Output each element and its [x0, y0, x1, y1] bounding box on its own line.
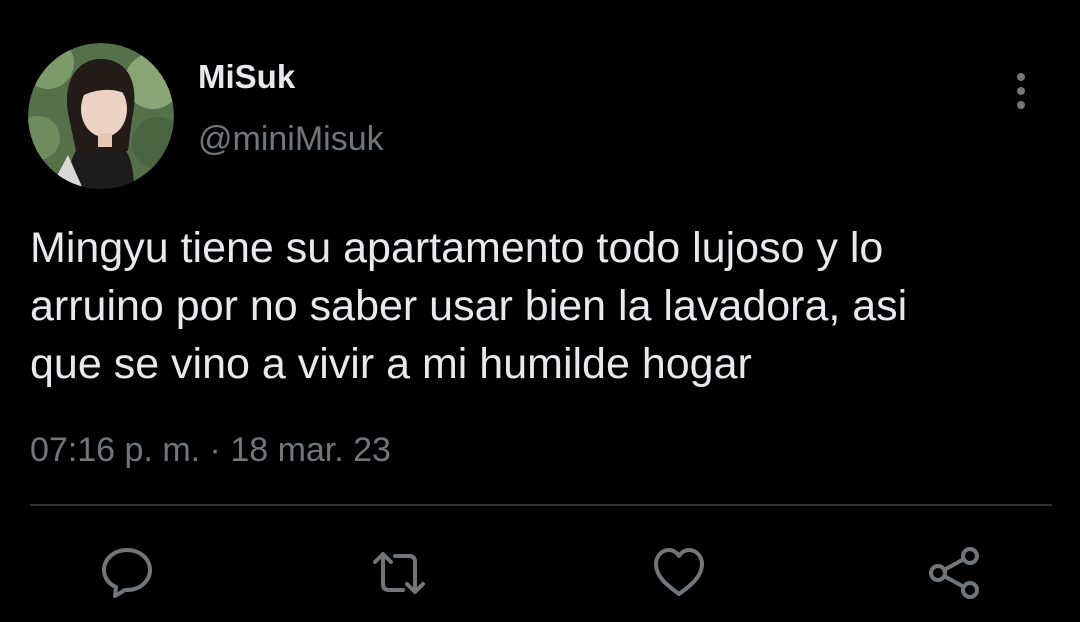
tweet-text: Mingyu tiene su apartamento todo lujoso …	[30, 219, 1060, 393]
display-name[interactable]: MiSuk	[198, 57, 295, 97]
comment-bubble-icon	[102, 548, 152, 598]
more-options-button[interactable]	[1002, 68, 1040, 114]
share-nodes-icon	[929, 547, 979, 599]
avatar[interactable]	[28, 43, 174, 189]
retweet-arrows-icon	[373, 552, 425, 594]
like-button[interactable]	[650, 544, 708, 602]
heart-icon	[654, 548, 704, 596]
vertical-ellipsis-icon	[1017, 73, 1025, 109]
user-handle[interactable]: @miniMisuk	[198, 118, 384, 160]
retweet-button[interactable]	[370, 544, 428, 602]
tweet-text-line: arruino por no saber usar bien la lavado…	[30, 282, 908, 330]
divider	[30, 504, 1052, 506]
tweet-text-line: Mingyu tiene su apartamento todo lujoso …	[30, 224, 884, 272]
share-button[interactable]	[926, 544, 984, 602]
tweet-text-line: que se vino a vivir a mi humilde hogar	[30, 340, 752, 388]
reply-button[interactable]	[98, 544, 156, 602]
tweet-card: MiSuk @miniMisuk Mingyu tiene su apartam…	[0, 0, 1080, 622]
tweet-timestamp[interactable]: 07:16 p. m. · 18 mar. 23	[30, 428, 391, 472]
profile-photo-icon	[28, 43, 174, 189]
